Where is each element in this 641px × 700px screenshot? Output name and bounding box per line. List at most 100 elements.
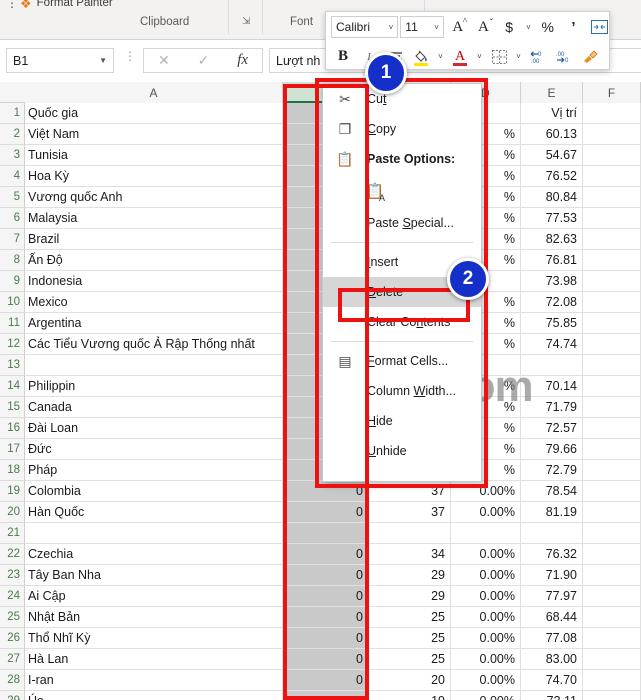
row-header-15[interactable]: 15	[0, 397, 25, 418]
fill-color-button[interactable]	[409, 45, 433, 69]
cell-A21[interactable]	[25, 523, 283, 544]
name-box[interactable]: B1 ▼	[6, 48, 114, 73]
cell-A27[interactable]: Hà Lan	[25, 649, 283, 670]
format-painter-button-mini[interactable]	[578, 45, 602, 69]
cell-F22[interactable]	[583, 544, 641, 565]
row-header-20[interactable]: 20	[0, 502, 25, 523]
ribbon-overflow-dots[interactable]: ⋮	[6, 0, 18, 10]
chevron-down-icon[interactable]: ˅	[434, 23, 439, 32]
confirm-icon[interactable]: ✓	[198, 52, 210, 69]
cell-E3[interactable]: 54.67	[521, 145, 583, 166]
row-header-29[interactable]: 29	[0, 691, 25, 700]
cell-C26[interactable]: 25	[369, 628, 451, 649]
row-header-7[interactable]: 7	[0, 229, 25, 250]
row-header-24[interactable]: 24	[0, 586, 25, 607]
cell-E19[interactable]: 78.54	[521, 481, 583, 502]
row-header-9[interactable]: 9	[0, 271, 25, 292]
cell-F16[interactable]	[583, 418, 641, 439]
cell-F23[interactable]	[583, 565, 641, 586]
cell-A12[interactable]: Các Tiểu Vương quốc Ả Rập Thống nhất	[25, 334, 283, 355]
cell-F10[interactable]	[583, 292, 641, 313]
row-header-23[interactable]: 23	[0, 565, 25, 586]
formula-bar-grip[interactable]: ⋮	[124, 50, 136, 62]
cell-F7[interactable]	[583, 229, 641, 250]
cell-F21[interactable]	[583, 523, 641, 544]
cell-E15[interactable]: 71.79	[521, 397, 583, 418]
cell-A7[interactable]: Brazil	[25, 229, 283, 250]
cell-E20[interactable]: 81.19	[521, 502, 583, 523]
cell-A5[interactable]: Vương quốc Anh	[25, 187, 283, 208]
cell-E5[interactable]: 80.84	[521, 187, 583, 208]
cell-D29[interactable]: 0.00%	[451, 691, 521, 700]
cell-C20[interactable]: 37	[369, 502, 451, 523]
clipboard-dialog-launcher-icon[interactable]: ⇲	[242, 16, 250, 27]
cell-F20[interactable]	[583, 502, 641, 523]
row-header-18[interactable]: 18	[0, 460, 25, 481]
row-header-28[interactable]: 28	[0, 670, 25, 691]
cell-F9[interactable]	[583, 271, 641, 292]
cell-D22[interactable]: 0.00%	[451, 544, 521, 565]
bold-button[interactable]: B	[331, 45, 355, 69]
cell-A13[interactable]	[25, 355, 283, 376]
row-header-10[interactable]: 10	[0, 292, 25, 313]
column-header-a[interactable]: A	[25, 82, 283, 103]
row-header-1[interactable]: 1	[0, 103, 25, 124]
cell-A9[interactable]: Indonesia	[25, 271, 283, 292]
cell-A26[interactable]: Thổ Nhĩ Kỳ	[25, 628, 283, 649]
row-header-3[interactable]: 3	[0, 145, 25, 166]
cell-F8[interactable]	[583, 250, 641, 271]
cell-E24[interactable]: 77.97	[521, 586, 583, 607]
cell-E7[interactable]: 82.63	[521, 229, 583, 250]
cell-D27[interactable]: 0.00%	[451, 649, 521, 670]
cell-D28[interactable]: 0.00%	[451, 670, 521, 691]
cell-A15[interactable]: Canada	[25, 397, 283, 418]
cell-A29[interactable]: Úc	[25, 691, 283, 700]
increase-font-size-button[interactable]: A	[446, 15, 470, 39]
cell-E25[interactable]: 68.44	[521, 607, 583, 628]
cancel-icon[interactable]: ✕	[158, 52, 170, 69]
row-header-12[interactable]: 12	[0, 334, 25, 355]
cell-E2[interactable]: 60.13	[521, 124, 583, 145]
cell-F12[interactable]	[583, 334, 641, 355]
cell-F14[interactable]	[583, 376, 641, 397]
cell-A22[interactable]: Czechia	[25, 544, 283, 565]
cell-F18[interactable]	[583, 460, 641, 481]
cell-F5[interactable]	[583, 187, 641, 208]
cell-F6[interactable]	[583, 208, 641, 229]
cell-E18[interactable]: 72.79	[521, 460, 583, 481]
cell-C25[interactable]: 25	[369, 607, 451, 628]
cell-C29[interactable]: 19	[369, 691, 451, 700]
cell-A2[interactable]: Việt Nam	[25, 124, 283, 145]
cell-C23[interactable]: 29	[369, 565, 451, 586]
cell-A23[interactable]: Tây Ban Nha	[25, 565, 283, 586]
cell-F19[interactable]	[583, 481, 641, 502]
font-color-button[interactable]: A	[448, 45, 472, 69]
cell-F4[interactable]	[583, 166, 641, 187]
row-header-14[interactable]: 14	[0, 376, 25, 397]
cell-E17[interactable]: 79.66	[521, 439, 583, 460]
cell-D23[interactable]: 0.00%	[451, 565, 521, 586]
row-header-6[interactable]: 6	[0, 208, 25, 229]
comma-style-button[interactable]: ’	[562, 15, 586, 39]
cell-A10[interactable]: Mexico	[25, 292, 283, 313]
cell-D20[interactable]: 0.00%	[451, 502, 521, 523]
cell-E13[interactable]	[521, 355, 583, 376]
merge-and-center-button[interactable]	[587, 15, 611, 39]
row-header-21[interactable]: 21	[0, 523, 25, 544]
cell-E11[interactable]: 75.85	[521, 313, 583, 334]
cell-F15[interactable]	[583, 397, 641, 418]
cell-E8[interactable]: 76.81	[521, 250, 583, 271]
cell-A19[interactable]: Colombia	[25, 481, 283, 502]
chevron-down-icon[interactable]: ▼	[99, 56, 107, 65]
cell-E29[interactable]: 73.11	[521, 691, 583, 700]
cell-E22[interactable]: 76.32	[521, 544, 583, 565]
row-header-17[interactable]: 17	[0, 439, 25, 460]
cell-A1[interactable]: Quốc gia	[25, 103, 283, 124]
row-header-2[interactable]: 2	[0, 124, 25, 145]
column-header-e[interactable]: E	[521, 82, 583, 103]
row-header-27[interactable]: 27	[0, 649, 25, 670]
cell-E23[interactable]: 71.90	[521, 565, 583, 586]
cell-D25[interactable]: 0.00%	[451, 607, 521, 628]
cell-F1[interactable]	[583, 103, 641, 124]
cell-F13[interactable]	[583, 355, 641, 376]
